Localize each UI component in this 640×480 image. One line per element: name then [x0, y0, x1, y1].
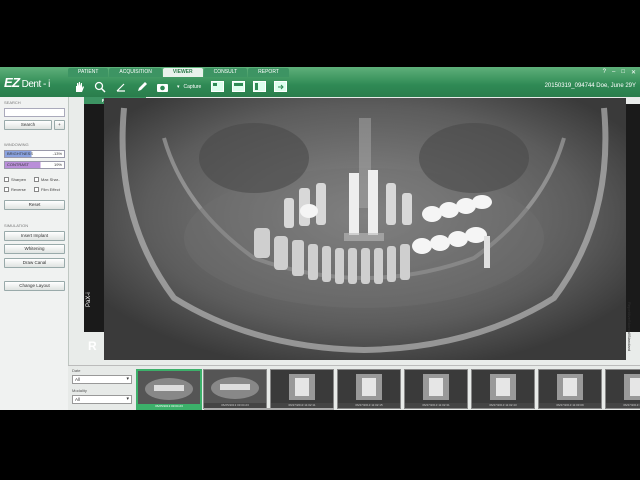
tab-viewer[interactable]: VIEWER: [162, 68, 203, 77]
capture-dropdown-icon[interactable]: ▾: [177, 84, 180, 90]
camera-icon[interactable]: [156, 80, 169, 93]
max-sharpen-checkbox[interactable]: Max Shar..: [34, 177, 61, 183]
thumbnail-item[interactable]: 06/27/2013 11:02:43: [471, 369, 535, 409]
protocol-text: Repetitive/Normal/Standard: [627, 302, 632, 352]
thumbnail-date: 06/27/2013 11:02:43: [472, 403, 534, 408]
search-section-title: SEARCH: [4, 100, 21, 105]
search-input[interactable]: [4, 108, 65, 117]
ezdent-window: EZ Dent - i PATIENT ACQUISITION VIEWER CO…: [0, 67, 640, 410]
film-effect-label: Film Effect: [41, 187, 60, 192]
layout-3-icon[interactable]: [253, 80, 267, 93]
patient-info: 20150319_094744 Doe, June 29Y: [544, 83, 636, 89]
magnifier-icon[interactable]: [93, 80, 106, 93]
close-icon[interactable]: ✕: [631, 69, 636, 76]
insert-implant-button[interactable]: Insert Implant: [4, 231, 65, 241]
protocol-label: Repetitive/Normal/Standard: [626, 302, 640, 362]
tab-patient[interactable]: PATIENT: [68, 68, 109, 77]
thumbnail-date: 06/25/2013 03:04:23: [138, 404, 200, 409]
thumbnail-image: [338, 370, 400, 403]
brightness-value: -13%: [52, 151, 62, 156]
thumbnail-strip: Date All Modality All 06/25/2013 03:04:2…: [68, 365, 640, 410]
tab-consult[interactable]: CONSULT: [203, 68, 248, 77]
date-filter-select[interactable]: All: [72, 375, 132, 384]
simulation-section-title: SIMULATION: [4, 223, 29, 228]
panoramic-xray-image[interactable]: [104, 98, 626, 360]
date-filter-label: Date: [72, 368, 81, 373]
logo-sub: Dent - i: [21, 79, 51, 90]
thumbnail-scrollbar[interactable]: [204, 408, 334, 410]
main-tabs: PATIENT ACQUISITION VIEWER CONSULT REPOR…: [68, 68, 290, 77]
export-icon[interactable]: [274, 80, 288, 93]
device-label: PaX-i: [86, 292, 92, 307]
reverse-label: Reverse: [11, 187, 26, 192]
sharpen-checkbox[interactable]: Sharpen: [4, 177, 27, 183]
modality-filter-label: Modality: [72, 388, 87, 393]
thumbnail-item[interactable]: 06/27/2013 11:02:15: [337, 369, 401, 409]
minimize-icon[interactable]: –: [612, 69, 615, 76]
thumbnail-item[interactable]: 06/27/2013 11:03:09: [538, 369, 602, 409]
help-icon[interactable]: ?: [603, 69, 606, 76]
thumbnail-date: 06/27/2013 11:03:09: [539, 403, 601, 408]
hand-icon[interactable]: [72, 80, 85, 93]
thumbnail-image: [606, 370, 640, 403]
contrast-value: 19%: [53, 162, 62, 167]
angle-measure-icon[interactable]: [114, 80, 127, 93]
windowing-section-title: WINDOWING: [4, 142, 29, 147]
sharpen-label: Sharpen: [11, 177, 27, 182]
tab-report[interactable]: REPORT: [248, 68, 289, 77]
thumbnail-image: [405, 370, 467, 403]
layout-2-icon[interactable]: [232, 80, 246, 93]
window-controls: ? – □ ✕: [603, 69, 636, 76]
search-button[interactable]: Search: [4, 120, 52, 130]
contrast-slider[interactable]: CONTRAST 19%: [4, 161, 65, 169]
thumbnail-image: [204, 370, 266, 403]
thumbnail-image: [539, 370, 601, 403]
thumbnail-item[interactable]: 06/27/2013 11:02:31: [404, 369, 468, 409]
thumbnail-item[interactable]: 06/27/2013 11:02:11: [270, 369, 334, 409]
thumbnail-item[interactable]: 06/25/2013 03:04:23: [136, 369, 202, 410]
logo-text: EZ: [4, 75, 20, 90]
thumbnail-item[interactable]: 06/25/2013 03:04:23: [203, 369, 267, 409]
change-layout-button[interactable]: Change Layout: [4, 281, 65, 291]
reverse-checkbox[interactable]: Reverse: [4, 187, 26, 193]
max-sharpen-label: Max Shar..: [41, 177, 61, 182]
viewer-toolbar: ▾ Capture: [72, 80, 295, 93]
modality-filter-select[interactable]: All: [72, 395, 132, 404]
thumbnail-date: 06/27/2013 11:02:15: [338, 403, 400, 408]
tab-acquisition[interactable]: ACQUISITION: [109, 68, 162, 77]
thumbnail-item[interactable]: 06/27/2013 11:03:27: [605, 369, 640, 409]
left-panel: SEARCH Search + WINDOWING BRIGHTNESS -13…: [0, 97, 69, 410]
reset-button[interactable]: Reset: [4, 200, 65, 210]
contrast-label: CONTRAST: [7, 162, 29, 167]
top-bar: EZ Dent - i PATIENT ACQUISITION VIEWER CO…: [0, 67, 640, 97]
right-side-marker: R: [88, 339, 97, 353]
film-effect-checkbox[interactable]: Film Effect: [34, 187, 60, 193]
brightness-slider[interactable]: BRIGHTNESS -13%: [4, 150, 65, 158]
draw-canal-button[interactable]: Draw Canal: [4, 258, 65, 268]
thumbnail-date: 06/27/2013 11:02:31: [405, 403, 467, 408]
brightness-label: BRIGHTNESS: [7, 151, 34, 156]
layout-1-icon[interactable]: [211, 80, 225, 93]
thumbnail-date: 06/27/2013 11:03:27: [606, 403, 640, 408]
capture-label[interactable]: Capture: [184, 84, 202, 90]
app-logo: EZ Dent - i: [4, 75, 50, 90]
pen-icon[interactable]: [135, 80, 148, 93]
maximize-icon[interactable]: □: [621, 69, 625, 76]
add-button[interactable]: +: [54, 120, 65, 130]
whitening-button[interactable]: Whitening: [4, 244, 65, 254]
thumbnail-image: [138, 371, 200, 404]
thumbnail-image: [472, 370, 534, 403]
thumbnail-image: [271, 370, 333, 403]
